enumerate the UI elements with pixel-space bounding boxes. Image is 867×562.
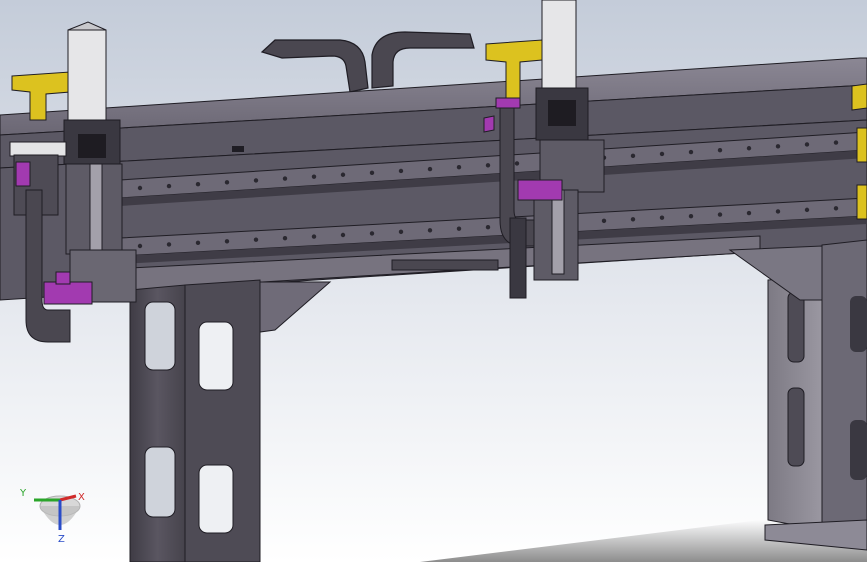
rail-bolt (688, 213, 694, 219)
rail-bolt (659, 151, 665, 157)
rail-bolt (427, 166, 433, 172)
gantry-assembly[interactable] (0, 0, 867, 562)
rail-bolt (456, 226, 462, 231)
rail-bolt (485, 163, 491, 168)
rail-bolt (630, 153, 636, 159)
rail-bolt (485, 224, 491, 230)
rail-bolt (427, 228, 433, 233)
3d-model-viewport[interactable]: X Y Z (0, 0, 867, 562)
z-axis-head-left[interactable] (9, 21, 137, 343)
rail-bolt (659, 215, 665, 220)
rail-bolt (746, 146, 752, 151)
y-axis-label: Y (19, 488, 27, 499)
support-column-left (129, 279, 332, 562)
rail-bolt (804, 142, 810, 147)
rail-bolt (253, 178, 259, 183)
rail-bolt (311, 234, 317, 239)
rail-bolt (601, 218, 607, 224)
rail-bolt (282, 176, 288, 181)
rail-bolt (369, 170, 375, 176)
rail-bolt (311, 174, 317, 179)
rail-bolt (224, 180, 230, 185)
rail-bolt (282, 235, 288, 241)
rail-bolt (833, 206, 839, 211)
rail-bolt (688, 149, 694, 155)
rail-bolt (340, 232, 346, 238)
rail-bolt (804, 207, 810, 213)
rail-bolt (630, 217, 636, 222)
rail-bolt (253, 237, 259, 242)
rail-bolt (775, 209, 781, 214)
cable-chain-top (260, 31, 475, 93)
rail-bolt (195, 240, 201, 246)
rail-bolt (398, 168, 404, 174)
rail-bolt (137, 185, 143, 191)
z-axis-label: Z (58, 534, 65, 545)
cable-tray (391, 259, 499, 271)
support-column-right (728, 239, 867, 551)
rail-bolt (717, 212, 723, 217)
rail-bolt (746, 210, 752, 216)
rail-bolt (195, 182, 201, 187)
rail-bolt (833, 140, 839, 145)
rail-bolt (369, 231, 375, 236)
rail-bolt (514, 161, 520, 166)
rail-bolt (340, 172, 346, 177)
rail-bolt (456, 164, 462, 170)
rail-bolt (398, 229, 404, 235)
rail-bolt (137, 243, 143, 249)
rail-stopper (232, 146, 244, 152)
rail-bolt (166, 242, 172, 247)
view-orientation-triad[interactable]: X Y Z (14, 484, 94, 554)
rail-bolt (166, 183, 172, 189)
x-axis-label: X (78, 492, 85, 503)
rail-bolt (717, 147, 723, 153)
rail-bolt (775, 144, 781, 149)
rail-bolt (224, 239, 230, 244)
